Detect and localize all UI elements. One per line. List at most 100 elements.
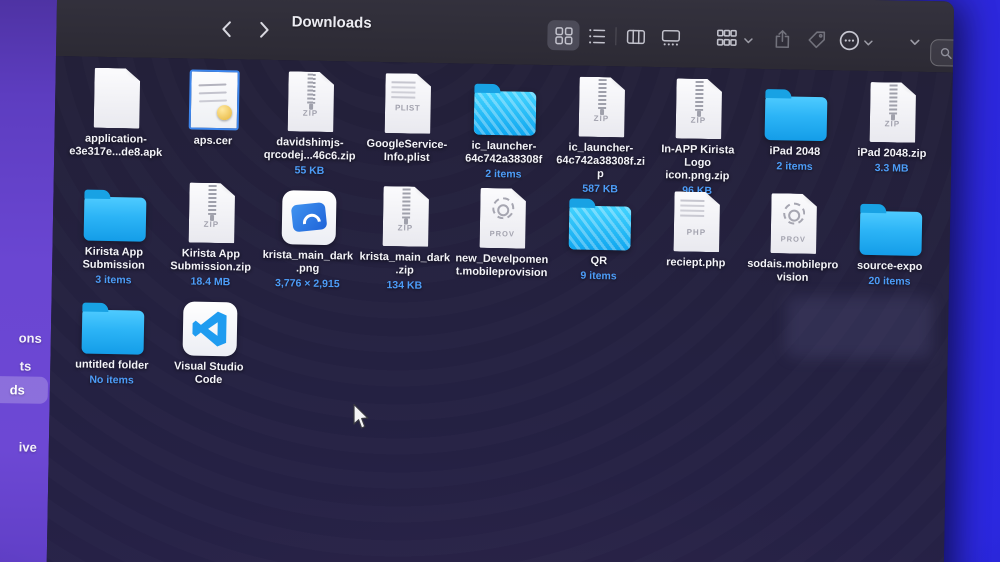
file-tile[interactable]: ZIP iPad 2048.zip 3.3 MB [843,77,942,192]
sidebar-item-partial[interactable]: ds [10,382,25,397]
zip-icon: ZIP [578,77,625,138]
icon-view-button[interactable] [547,20,580,51]
file-info: 9 items [550,269,647,283]
file-tile[interactable]: ZIP In-APP Kirista Logo icon.png.zip 96 … [649,74,748,189]
file-info: 3,776 × 2,915 [259,277,356,291]
file-info: 55 KB [261,164,358,178]
file-tile[interactable]: Visual Studio Code [160,291,259,406]
share-icon [771,28,793,50]
folder-icon [764,96,827,141]
file-name: In-APP Kirista Logo icon.png.zip [649,143,747,184]
file-tile[interactable]: application-e3e317e...de8.apk [67,63,166,178]
ellipsis-circle-icon [837,28,861,52]
prov-icon: PROV [479,188,526,249]
file-info [67,160,164,162]
file-info: 2 items [455,167,552,181]
back-button[interactable] [214,16,240,42]
gallery-view-icon [660,27,681,48]
sidebar-item-partial[interactable]: ts [20,358,32,373]
search-field[interactable] [930,39,954,69]
file-name: ic_launcher-64c742a38308f.zip [552,141,650,182]
file-tile[interactable]: Kirista App Submission 3 items [65,176,164,291]
mouse-cursor [350,403,370,435]
file-tile[interactable]: iPad 2048 2 items [746,76,845,191]
forward-button[interactable] [250,17,276,43]
file-info: 20 items [841,274,938,288]
column-view-icon [625,26,646,47]
file-tile[interactable]: ZIP krista_main_dark.zip 134 KB [356,182,455,297]
gallery-view-button[interactable] [654,22,687,53]
file-name: sodais.mobileprovision [744,258,841,286]
window-title: Downloads [291,13,371,31]
file-name: Visual Studio Code [160,360,257,388]
file-info [358,166,455,168]
file-name: QR [550,254,647,269]
chevron-right-icon [252,19,274,41]
file-name: application-e3e317e...de8.apk [67,132,164,160]
file-tile[interactable]: PROV sodais.mobileprovision [744,189,843,304]
share-button[interactable] [768,26,796,53]
cursor-arrow-icon [350,403,370,430]
sidebar-item-partial[interactable]: ive [19,439,37,454]
file-name: new_Develpoment.mobileprovision [453,252,550,280]
file-tile[interactable]: PHP reciept.php [647,187,746,302]
group-button[interactable] [712,25,740,52]
chevron-down-icon [742,35,754,47]
file-name: ic_launcher-64c742a38308f [455,139,552,167]
file-info [164,149,261,151]
tag-button[interactable] [802,27,830,54]
grid-view-icon [553,25,574,46]
folder-icon [859,211,922,256]
file-info: 18.4 MB [162,275,259,289]
file-info: 134 KB [356,279,453,293]
file-tile[interactable]: PROV new_Develpoment.mobileprovision [453,183,552,298]
folder-icon [81,310,144,355]
more-button[interactable] [835,27,863,54]
file-tile[interactable]: ic_launcher-64c742a38308f 2 items [455,70,554,185]
file-info: 2 items [746,160,843,174]
file-info: 3 items [65,273,162,287]
list-view-icon [586,25,607,46]
file-tile[interactable]: PLIST GoogleService-Info.plist [358,69,457,184]
group-chevron[interactable] [742,34,754,52]
file-info: No items [63,373,160,387]
toolbar-divider [615,27,616,45]
chevron-down-icon [862,37,874,49]
file-name: GoogleService-Info.plist [358,138,455,166]
file-name: iPad 2048 [746,145,843,160]
toolbar-overflow-chevron[interactable] [908,36,921,54]
file-info [453,280,550,282]
file-name: source-expo [841,259,938,274]
sidebar-item-partial[interactable]: ons [19,330,42,345]
column-view-button[interactable] [619,21,652,52]
zip-icon: ZIP [188,182,235,243]
vscode-icon [182,301,237,356]
file-tile[interactable]: aps.cer [164,65,263,180]
more-chevron[interactable] [862,36,874,54]
file-info [744,286,841,288]
file-tile[interactable]: ZIP ic_launcher-64c742a38308f.zip 587 KB [552,72,651,187]
file-name: Kirista App Submission.zip [162,247,259,275]
file-tile[interactable]: untitled folder No items [63,289,162,404]
chevron-left-icon [216,18,238,40]
zip-icon: ZIP [869,82,916,143]
list-view-button[interactable] [580,21,613,52]
vscode-logo-icon [190,310,229,349]
php-icon: PHP [673,191,720,252]
file-tile[interactable]: ZIP Kirista App Submission.zip 18.4 MB [162,178,261,293]
file-name: untitled folder [63,358,160,373]
file-info [160,388,257,390]
file-grid: application-e3e317e...de8.apk aps.cer ZI… [63,63,942,418]
doc-icon [93,68,140,129]
zip-icon: ZIP [287,71,334,132]
desktop-wallpaper: ons ts ds ive Downloads [0,0,1000,562]
file-name: krista_main_dark.png [259,249,356,277]
cert-icon [188,69,239,130]
file-info [647,271,744,273]
file-tile[interactable]: krista_main_dark.png 3,776 × 2,915 [259,180,358,295]
file-tile[interactable]: ZIP davidshimjs-qrcodej...46c6.zip 55 KB [261,67,360,182]
file-tile[interactable]: QR 9 items [550,185,649,300]
image-icon [281,190,336,245]
file-tile[interactable]: source-expo 20 items [841,190,940,305]
file-name: Kirista App Submission [65,245,162,273]
